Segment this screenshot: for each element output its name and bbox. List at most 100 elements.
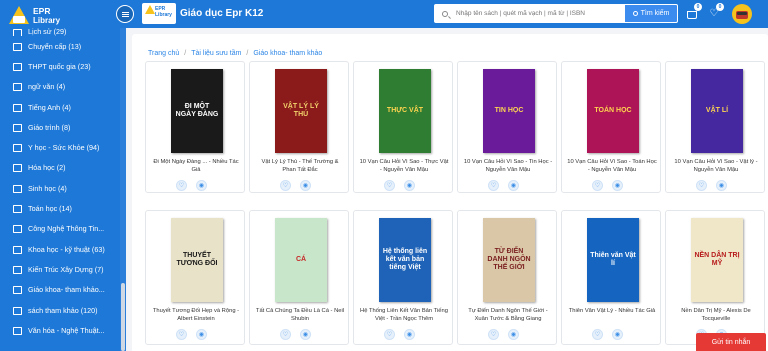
sidebar-item-sinh-hoc[interactable]: Sinh học (4) bbox=[0, 178, 120, 198]
book-cover[interactable]: VẬT LÍ bbox=[691, 69, 743, 153]
book-icon bbox=[13, 29, 22, 36]
brand-logo-icon: EPR Library bbox=[142, 3, 176, 24]
book-cover[interactable]: TỪ ĐIỂN DANH NGÔN THẾ GIỚI bbox=[483, 218, 535, 302]
avatar[interactable] bbox=[732, 4, 752, 24]
favorite-icon[interactable]: ♡ bbox=[176, 180, 187, 191]
cart-icon[interactable]: 0 bbox=[686, 3, 702, 20]
book-card[interactable]: ĐI MỘT NGÀY ĐÀNG Đi Một Ngày Đàng ... - N… bbox=[145, 61, 245, 193]
book-cover[interactable]: ĐI MỘT NGÀY ĐÀNG bbox=[171, 69, 223, 153]
favorite-icon[interactable]: ♡ bbox=[592, 329, 603, 340]
view-icon[interactable]: ◉ bbox=[612, 329, 623, 340]
search-button[interactable]: Tìm kiếm bbox=[624, 4, 678, 23]
book-cover[interactable]: TOÁN HỌC bbox=[587, 69, 639, 153]
sidebar-item-khoa-hoc[interactable]: Khoa học - kỹ thuật (63) bbox=[0, 239, 120, 259]
book-cover-text: TỪ ĐIỂN DANH NGÔN THẾ GIỚI bbox=[487, 248, 531, 271]
book-card[interactable]: Thiên văn Vật lí Thiên Văn Vật Lý - Nhiều… bbox=[561, 210, 661, 345]
book-title[interactable]: Tất Cả Chúng Ta Đều Là Cá - Neil Shubin bbox=[254, 307, 346, 323]
book-title[interactable]: 10 Vạn Câu Hỏi Vì Sao - Vật lý - Nguyễn … bbox=[670, 158, 762, 174]
book-title[interactable]: 10 Vạn Câu Hỏi Vì Sao - Tin Học - Nguyễn… bbox=[462, 158, 554, 174]
sidebar-item-thpt[interactable]: THPT quốc gia (23) bbox=[0, 56, 120, 76]
book-cover[interactable]: VẬT LÝ LÝ THÚ bbox=[275, 69, 327, 153]
sidebar-item-label: Y học - Sức Khỏe (94) bbox=[28, 143, 100, 153]
book-cover-text: NỀN DÂN TRỊ MỸ bbox=[694, 252, 740, 267]
sidebar-item-giao-khoa[interactable]: Giáo khoa- tham khảo... bbox=[0, 280, 120, 300]
book-title[interactable]: Đi Một Ngày Đàng ... - Nhiều Tác Giả bbox=[150, 158, 242, 174]
book-card[interactable]: NỀN DÂN TRỊ MỸ Nền Dân Trị Mỹ - Alexis De… bbox=[665, 210, 765, 345]
sidebar-item-toan-hoc[interactable]: Toán học (14) bbox=[0, 198, 120, 218]
book-card[interactable]: VẬT LÝ LÝ THÚ Vật Lý Lý Thú - Thế Trường … bbox=[249, 61, 349, 193]
view-icon[interactable]: ◉ bbox=[300, 180, 311, 191]
book-icon bbox=[13, 245, 22, 254]
menu-toggle-button[interactable] bbox=[116, 5, 134, 23]
book-title[interactable]: Hệ Thống Liên Kết Văn Bản Tiếng Việt - T… bbox=[358, 307, 450, 323]
breadcrumb-level1[interactable]: Tài liệu sưu tầm bbox=[191, 50, 241, 57]
favorite-icon[interactable]: ♡ bbox=[384, 329, 395, 340]
sidebar-item-lich-su[interactable]: Lịch sử (29) bbox=[0, 28, 120, 36]
book-card[interactable]: CÁ Tất Cả Chúng Ta Đều Là Cá - Neil Shubi… bbox=[249, 210, 349, 345]
sidebar-item-chuyen-cap[interactable]: Chuyển cấp (13) bbox=[0, 36, 120, 56]
sidebar-item-ngu-van[interactable]: ngữ văn (4) bbox=[0, 77, 120, 97]
sidebar-item-label: Lịch sử (29) bbox=[28, 28, 67, 36]
logo-line2: Library bbox=[33, 16, 61, 25]
brand[interactable]: EPR Library Giáo dục Epr K12 bbox=[142, 3, 263, 24]
breadcrumb-home[interactable]: Trang chủ bbox=[148, 50, 179, 57]
book-cover[interactable]: NỀN DÂN TRỊ MỸ bbox=[691, 218, 743, 302]
breadcrumb-level2[interactable]: Giáo khoa- tham khảo bbox=[253, 50, 322, 57]
book-icon bbox=[13, 184, 22, 193]
app-logo[interactable]: EPR Library bbox=[8, 4, 68, 28]
sidebar-item-cntt[interactable]: Công Nghệ Thông Tin... bbox=[0, 219, 120, 239]
view-icon[interactable]: ◉ bbox=[508, 329, 519, 340]
search-input[interactable] bbox=[456, 10, 616, 17]
favorite-icon[interactable]: ♡ bbox=[176, 329, 187, 340]
favorite-icon[interactable]: ♡ bbox=[592, 180, 603, 191]
book-cover[interactable]: TIN HỌC bbox=[483, 69, 535, 153]
view-icon[interactable]: ◉ bbox=[716, 180, 727, 191]
book-title[interactable]: Nền Dân Trị Mỹ - Alexis De Tocqueville bbox=[670, 307, 762, 323]
favorite-icon[interactable]: ♡ bbox=[280, 329, 291, 340]
book-card[interactable]: TIN HỌC 10 Vạn Câu Hỏi Vì Sao - Tin Học -… bbox=[457, 61, 557, 193]
book-card[interactable]: VẬT LÍ 10 Vạn Câu Hỏi Vì Sao - Vật lý - N… bbox=[665, 61, 765, 193]
view-icon[interactable]: ◉ bbox=[612, 180, 623, 191]
view-icon[interactable]: ◉ bbox=[404, 180, 415, 191]
send-message-button[interactable]: Gửi tin nhắn bbox=[696, 333, 766, 351]
book-cover[interactable]: THUYẾT TƯƠNG ĐỐI bbox=[171, 218, 223, 302]
view-icon[interactable]: ◉ bbox=[404, 329, 415, 340]
book-card[interactable]: TỪ ĐIỂN DANH NGÔN THẾ GIỚI Tự Điển Danh N… bbox=[457, 210, 557, 345]
book-card[interactable]: THUYẾT TƯƠNG ĐỐI Thuyết Tương Đối Hẹp và … bbox=[145, 210, 245, 345]
book-card[interactable]: TOÁN HỌC 10 Vạn Câu Hỏi Vì Sao - Toán Học… bbox=[561, 61, 661, 193]
book-title[interactable]: Vật Lý Lý Thú - Thế Trường & Phan Tất Đắ… bbox=[254, 158, 346, 174]
sidebar-item-hoa-hoc[interactable]: Hóa học (2) bbox=[0, 158, 120, 178]
book-card[interactable]: Hệ thống liên kết văn bản tiếng Việt Hệ T… bbox=[353, 210, 453, 345]
sidebar-item-y-hoc[interactable]: Y học - Sức Khỏe (94) bbox=[0, 137, 120, 157]
sidebar-item-van-hoa[interactable]: Văn hóa - Nghệ Thuật... bbox=[0, 320, 120, 340]
book-cover[interactable]: CÁ bbox=[275, 218, 327, 302]
favorite-icon[interactable]: ♡ bbox=[384, 180, 395, 191]
sidebar-item-kien-truc[interactable]: Kiến Trúc Xây Dựng (7) bbox=[0, 259, 120, 279]
favorite-icon[interactable]: ♡ bbox=[488, 180, 499, 191]
book-title[interactable]: 10 Vạn Câu Hỏi Vì Sao - Thực Vật - Nguyễ… bbox=[358, 158, 450, 174]
book-card[interactable]: THỰC VẬT 10 Vạn Câu Hỏi Vì Sao - Thực Vật… bbox=[353, 61, 453, 193]
book-title[interactable]: 10 Vạn Câu Hỏi Vì Sao - Toán Học - Nguyễ… bbox=[566, 158, 658, 174]
view-icon[interactable]: ◉ bbox=[508, 180, 519, 191]
book-title[interactable]: Tự Điển Danh Ngôn Thế Giới - Xuân Tước &… bbox=[462, 307, 554, 323]
sidebar-item-giao-trinh[interactable]: Giáo trình (8) bbox=[0, 117, 120, 137]
view-icon[interactable]: ◉ bbox=[196, 180, 207, 191]
favorite-icon[interactable]: ♡ bbox=[488, 329, 499, 340]
favorite-icon[interactable]: ♡ bbox=[280, 180, 291, 191]
heart-icon[interactable]: ♡ 0 bbox=[708, 3, 724, 20]
hamburger-icon bbox=[121, 13, 129, 15]
book-cover[interactable]: THỰC VẬT bbox=[379, 69, 431, 153]
book-cover[interactable]: Thiên văn Vật lí bbox=[587, 218, 639, 302]
book-actions: ♡◉ bbox=[488, 180, 519, 191]
favorite-icon[interactable]: ♡ bbox=[696, 180, 707, 191]
book-title[interactable]: Thuyết Tương Đối Hẹp và Rộng - Albert Ei… bbox=[150, 307, 242, 323]
book-cover-text: THUYẾT TƯƠNG ĐỐI bbox=[176, 252, 218, 267]
main-content: Trang chủ / Tài liệu sưu tầm / Giáo khoa… bbox=[126, 28, 768, 351]
book-cover[interactable]: Hệ thống liên kết văn bản tiếng Việt bbox=[379, 218, 431, 302]
book-title[interactable]: Thiên Văn Vật Lý - Nhiều Tác Giả bbox=[566, 307, 658, 315]
view-icon[interactable]: ◉ bbox=[196, 329, 207, 340]
sidebar-item-sach-tham-khao[interactable]: sách tham khảo (120) bbox=[0, 300, 120, 320]
sidebar-scroll-thumb[interactable] bbox=[121, 283, 125, 351]
view-icon[interactable]: ◉ bbox=[300, 329, 311, 340]
sidebar-item-tieng-anh[interactable]: Tiếng Anh (4) bbox=[0, 97, 120, 117]
